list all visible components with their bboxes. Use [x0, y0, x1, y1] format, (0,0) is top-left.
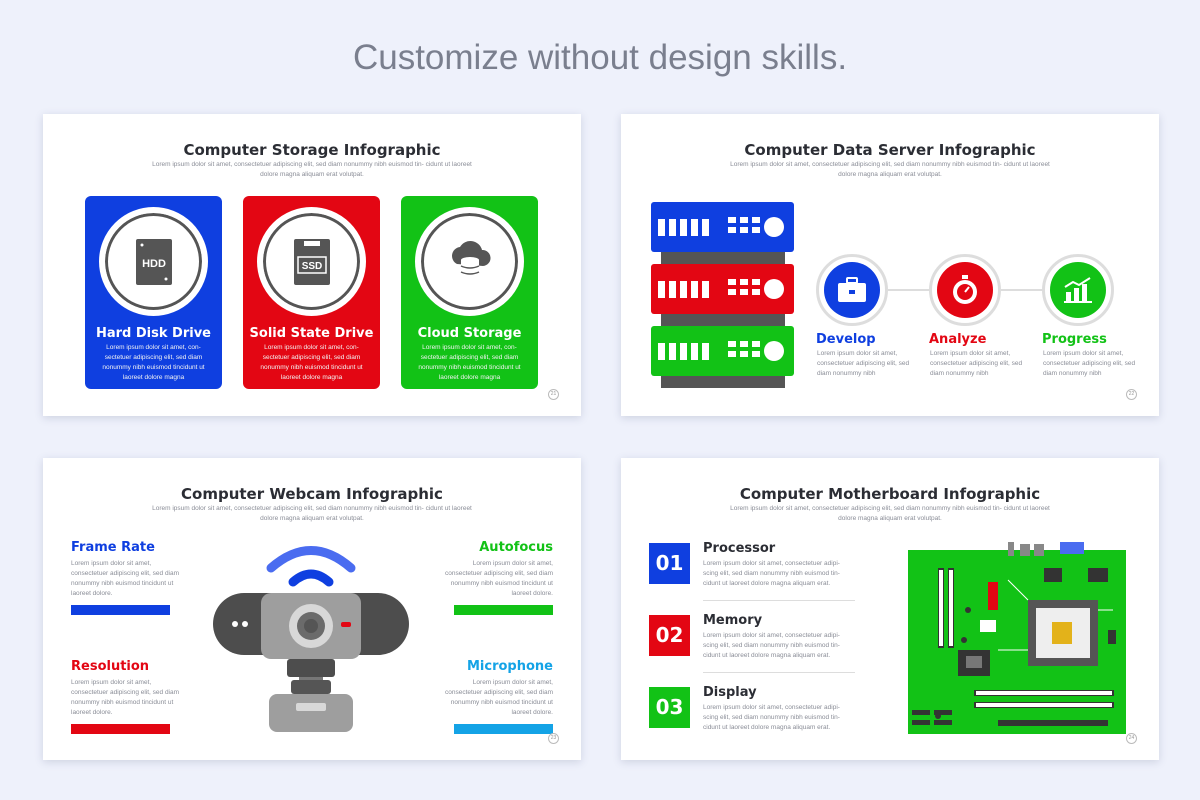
- feature-bar: [71, 605, 170, 615]
- connector-line: [1001, 289, 1046, 291]
- item-number: 03: [649, 687, 690, 728]
- headline: Customize without design skills.: [352, 38, 848, 77]
- feature-description: Lorem ipsum dolor sit amet, consectetuer…: [71, 679, 180, 716]
- item-description: Lorem ipsum dolor sit amet, consectetuer…: [703, 704, 840, 731]
- page-number: 21: [548, 389, 559, 400]
- card-title: Cloud Storage: [417, 326, 522, 341]
- card-description: Lorem ipsum dolor sit amet, con- sectetu…: [260, 344, 363, 381]
- feature-description: Lorem ipsum dolor sit amet, consectetuer…: [444, 679, 553, 716]
- step-progress: [1042, 254, 1114, 326]
- card-icon-ring: [415, 207, 524, 316]
- feature-description: Lorem ipsum dolor sit amet, consectetuer…: [444, 560, 553, 597]
- step-description: Lorem ipsum dolor sit amet, consectetuer…: [930, 350, 1023, 377]
- motherboard-illustration: [908, 542, 1126, 734]
- card-icon-ring: HDD: [99, 207, 208, 316]
- slide-subtitle: Lorem ipsum dolor sit amet, consectetuer…: [152, 505, 472, 522]
- slide-storage[interactable]: Computer Storage Infographic Lorem ipsum…: [43, 114, 581, 416]
- svg-text:SSD: SSD: [301, 261, 322, 272]
- feature-title: Autofocus: [479, 540, 553, 555]
- server-unit-green: [651, 326, 794, 376]
- slide-webcam[interactable]: Computer Webcam Infographic Lorem ipsum …: [43, 458, 581, 760]
- feature-title: Frame Rate: [71, 540, 155, 555]
- card-icon-ring: SSD: [257, 207, 366, 316]
- card-cloud-storage: Cloud Storage Lorem ipsum dolor sit amet…: [401, 196, 538, 389]
- feature-description: Lorem ipsum dolor sit amet, consectetuer…: [71, 560, 180, 597]
- slide-title: Computer Storage Infographic: [183, 141, 441, 159]
- slide-motherboard[interactable]: Computer Motherboard Infographic Lorem i…: [621, 458, 1159, 760]
- step-description: Lorem ipsum dolor sit amet, consectetuer…: [1043, 350, 1136, 377]
- page-number: 24: [1126, 733, 1137, 744]
- slide-title: Computer Data Server Infographic: [744, 141, 1036, 159]
- ssd-icon: SSD: [293, 238, 330, 285]
- feature-resolution: Resolution Lorem ipsum dolor sit amet, c…: [71, 659, 181, 734]
- growth-chart-icon: [1064, 277, 1092, 303]
- feature-frame-rate: Frame Rate Lorem ipsum dolor sit amet, c…: [71, 540, 181, 615]
- slide-subtitle: Lorem ipsum dolor sit amet, consectetuer…: [730, 161, 1050, 178]
- briefcase-icon: [838, 277, 866, 302]
- card-title: Hard Disk Drive: [95, 326, 211, 341]
- item-title: Display: [703, 685, 757, 700]
- divider: [703, 672, 855, 673]
- item-description: Lorem ipsum dolor sit amet, consectetuer…: [703, 560, 840, 587]
- hdd-icon: HDD: [135, 238, 172, 285]
- feature-title: Resolution: [71, 659, 150, 674]
- step-title: Develop: [816, 332, 876, 347]
- slide-title: Computer Motherboard Infographic: [739, 485, 1041, 503]
- item-title: Processor: [703, 541, 776, 556]
- item-title: Memory: [703, 613, 763, 628]
- slide-subtitle: Lorem ipsum dolor sit amet, consectetuer…: [152, 161, 472, 178]
- item-description: Lorem ipsum dolor sit amet, consectetuer…: [703, 632, 840, 659]
- card-description: Lorem ipsum dolor sit amet, con- sectetu…: [102, 344, 205, 381]
- card-description: Lorem ipsum dolor sit amet, con- sectetu…: [418, 344, 521, 381]
- feature-autofocus: Autofocus Lorem ipsum dolor sit amet, co…: [443, 540, 553, 615]
- slide-data-server[interactable]: Computer Data Server Infographic Lorem i…: [621, 114, 1159, 416]
- item-number: 01: [649, 543, 690, 584]
- svg-text:HDD: HDD: [142, 258, 166, 270]
- feature-bar: [454, 605, 553, 615]
- wifi-signal-icon: [266, 546, 356, 573]
- feature-title: Microphone: [466, 659, 553, 674]
- step-develop: [816, 254, 888, 326]
- feature-bar: [71, 724, 170, 734]
- connector-line: [888, 289, 933, 291]
- step-analyze: [929, 254, 1001, 326]
- page-number: 22: [1126, 389, 1137, 400]
- card-solid-state-drive: SSD Solid State Drive Lorem ipsum dolor …: [243, 196, 380, 389]
- step-title: Progress: [1042, 332, 1107, 347]
- step-description: Lorem ipsum dolor sit amet, consectetuer…: [817, 350, 910, 377]
- card-hard-disk-drive: HDD Hard Disk Drive Lorem ipsum dolor si…: [85, 196, 222, 389]
- page-number: 23: [548, 733, 559, 744]
- server-unit-blue: [651, 202, 794, 252]
- step-title: Analyze: [929, 332, 987, 347]
- card-title: Solid State Drive: [249, 326, 374, 341]
- server-unit-red: [651, 264, 794, 314]
- slide-subtitle: Lorem ipsum dolor sit amet, consectetuer…: [730, 505, 1050, 522]
- stopwatch-icon: [953, 275, 977, 304]
- cloud-database-icon: [451, 240, 491, 281]
- feature-bar: [454, 724, 553, 734]
- divider: [703, 600, 855, 601]
- slide-title: Computer Webcam Infographic: [181, 485, 443, 503]
- feature-microphone: Microphone Lorem ipsum dolor sit amet, c…: [443, 659, 553, 734]
- webcam-illustration: [213, 546, 409, 732]
- item-number: 02: [649, 615, 690, 656]
